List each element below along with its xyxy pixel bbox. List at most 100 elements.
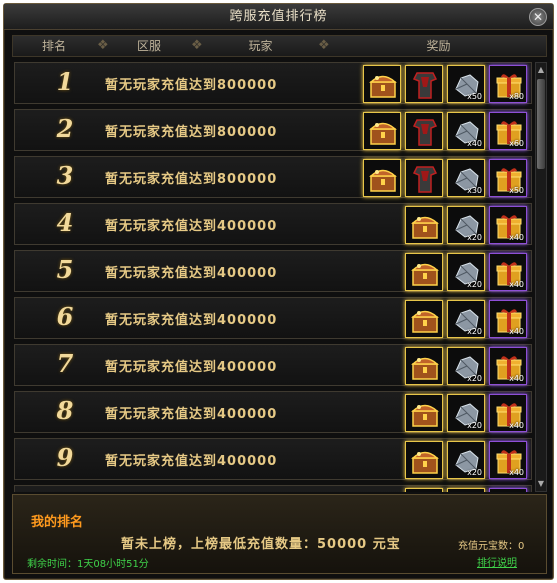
reward-slots: x30 x50: [363, 159, 531, 197]
reward-slot[interactable]: x40: [489, 347, 527, 385]
reward-slot[interactable]: [363, 112, 401, 150]
reward-slot[interactable]: x40: [489, 394, 527, 432]
reward-slots: x20 x40: [405, 206, 531, 244]
reward-count: x20: [467, 327, 482, 336]
reward-slots: x50 x80: [363, 65, 531, 103]
title-bar: 跨服充值排行榜 ✕: [4, 4, 553, 30]
reward-slots: x20 x40: [405, 300, 531, 338]
reward-slots: x40 x60: [363, 112, 531, 150]
reward-slot[interactable]: [363, 159, 401, 197]
rank-number: 2: [56, 114, 74, 143]
reward-count: x40: [509, 233, 524, 242]
reward-slot[interactable]: [405, 65, 443, 103]
close-icon[interactable]: ✕: [529, 8, 547, 26]
header-divider-icon: ❖: [97, 38, 109, 53]
player-status-text: 暂无玩家充值达到400000: [105, 407, 278, 422]
header-server: 区服: [136, 39, 161, 53]
rank-number: 10: [45, 490, 85, 492]
player-status-text: 暂无玩家充值达到400000: [105, 219, 278, 234]
reward-slot[interactable]: x20: [447, 441, 485, 479]
ranking-window: 跨服充值排行榜 ✕ 排名 ❖ 区服 ❖ 玩家 ❖ 奖励 1 暂无玩家充值达到800…: [3, 3, 554, 580]
reward-slot[interactable]: [405, 394, 443, 432]
reward-slot[interactable]: x50: [489, 159, 527, 197]
rank-notice: 暂未上榜，上榜最低充值数量：50000 元宝: [121, 537, 401, 552]
table-row: 8 暂无玩家充值达到400000 x20 x40: [14, 391, 532, 433]
reward-slot[interactable]: [363, 65, 401, 103]
reward-count: x40: [509, 327, 524, 336]
header-rank: 排名: [41, 39, 66, 53]
player-status-text: 暂无玩家充值达到800000: [105, 125, 278, 140]
reward-slot[interactable]: [405, 206, 443, 244]
reward-slot[interactable]: [405, 253, 443, 291]
table-row: 7 暂无玩家充值达到400000 x20 x40: [14, 344, 532, 386]
reward-slot[interactable]: [405, 441, 443, 479]
reward-slot[interactable]: x40: [489, 441, 527, 479]
reward-count: x50: [467, 92, 482, 101]
treasure-chest-icon: [409, 304, 441, 336]
reward-slot[interactable]: [405, 112, 443, 150]
player-status-text: 暂无玩家充值达到400000: [105, 360, 278, 375]
treasure-chest-icon: [409, 445, 441, 477]
player-status-text: 暂无玩家充值达到800000: [105, 78, 278, 93]
armor-icon: [409, 163, 441, 195]
treasure-chest-icon: [409, 257, 441, 289]
armor-icon: [409, 69, 441, 101]
remaining-time: 剩余时间：1天08小时51分: [27, 559, 149, 570]
reward-count: x50: [509, 186, 524, 195]
my-rank-panel: 我的排名 暂未上榜，上榜最低充值数量：50000 元宝 充值元宝数：0 剩余时间…: [12, 494, 547, 574]
reward-count: x20: [467, 233, 482, 242]
treasure-chest-icon: [367, 163, 399, 195]
armor-icon: [409, 116, 441, 148]
reward-count: x20: [467, 421, 482, 430]
treasure-chest-icon: [409, 210, 441, 242]
header-player: 玩家: [248, 39, 273, 53]
reward-slot[interactable]: x40: [489, 206, 527, 244]
table-row: 6 暂无玩家充值达到400000 x20 x40: [14, 297, 532, 339]
table-row: 5 暂无玩家充值达到400000 x20 x40: [14, 250, 532, 292]
reward-slot[interactable]: x40: [489, 300, 527, 338]
header-reward: 奖励: [426, 39, 451, 53]
reward-slots: [405, 488, 531, 492]
rank-number: 8: [56, 396, 74, 425]
reward-slot[interactable]: [489, 488, 527, 492]
reward-slot[interactable]: [405, 159, 443, 197]
player-status-text: 暂无玩家充值达到400000: [105, 454, 278, 469]
reward-slot[interactable]: x20: [447, 300, 485, 338]
table-row: 9 暂无玩家充值达到400000 x20 x40: [14, 438, 532, 480]
ranking-list[interactable]: 1 暂无玩家充值达到800000 x50 x80 2 暂无玩家充值达到800000 x40 x…: [14, 62, 532, 492]
reward-count: x40: [467, 139, 482, 148]
reward-slot[interactable]: x40: [447, 112, 485, 150]
reward-slot[interactable]: x60: [489, 112, 527, 150]
reward-slot[interactable]: x20: [447, 253, 485, 291]
reward-slot[interactable]: [405, 347, 443, 385]
rank-number: 4: [56, 208, 74, 237]
table-row: 10: [14, 485, 532, 492]
header-divider-icon: ❖: [191, 38, 203, 53]
reward-slot[interactable]: x40: [489, 253, 527, 291]
scrollbar[interactable]: ▲ ▼: [535, 62, 547, 492]
reward-slot[interactable]: x20: [447, 206, 485, 244]
reward-slot[interactable]: x20: [447, 347, 485, 385]
my-rank-label: 我的排名: [31, 515, 84, 530]
scroll-up-icon[interactable]: ▲: [537, 65, 545, 75]
reward-slot[interactable]: x80: [489, 65, 527, 103]
reward-count: x40: [509, 468, 524, 477]
reward-slot[interactable]: x50: [447, 65, 485, 103]
table-row: 2 暂无玩家充值达到800000 x40 x60: [14, 109, 532, 151]
reward-slot[interactable]: x20: [447, 394, 485, 432]
scroll-down-icon[interactable]: ▼: [537, 479, 545, 489]
rules-link[interactable]: 排行说明: [477, 554, 517, 569]
rank-number: 3: [56, 161, 74, 190]
rank-number: 6: [56, 302, 74, 331]
reward-slot[interactable]: [405, 488, 443, 492]
reward-count: x40: [509, 280, 524, 289]
reward-slot[interactable]: [447, 488, 485, 492]
scrollbar-thumb[interactable]: [537, 79, 545, 169]
reward-slot[interactable]: x30: [447, 159, 485, 197]
reward-slot[interactable]: [405, 300, 443, 338]
header-divider-icon: ❖: [318, 38, 330, 53]
reward-count: x20: [467, 374, 482, 383]
treasure-chest-icon: [409, 351, 441, 383]
reward-count: x20: [467, 280, 482, 289]
reward-count: x40: [509, 421, 524, 430]
